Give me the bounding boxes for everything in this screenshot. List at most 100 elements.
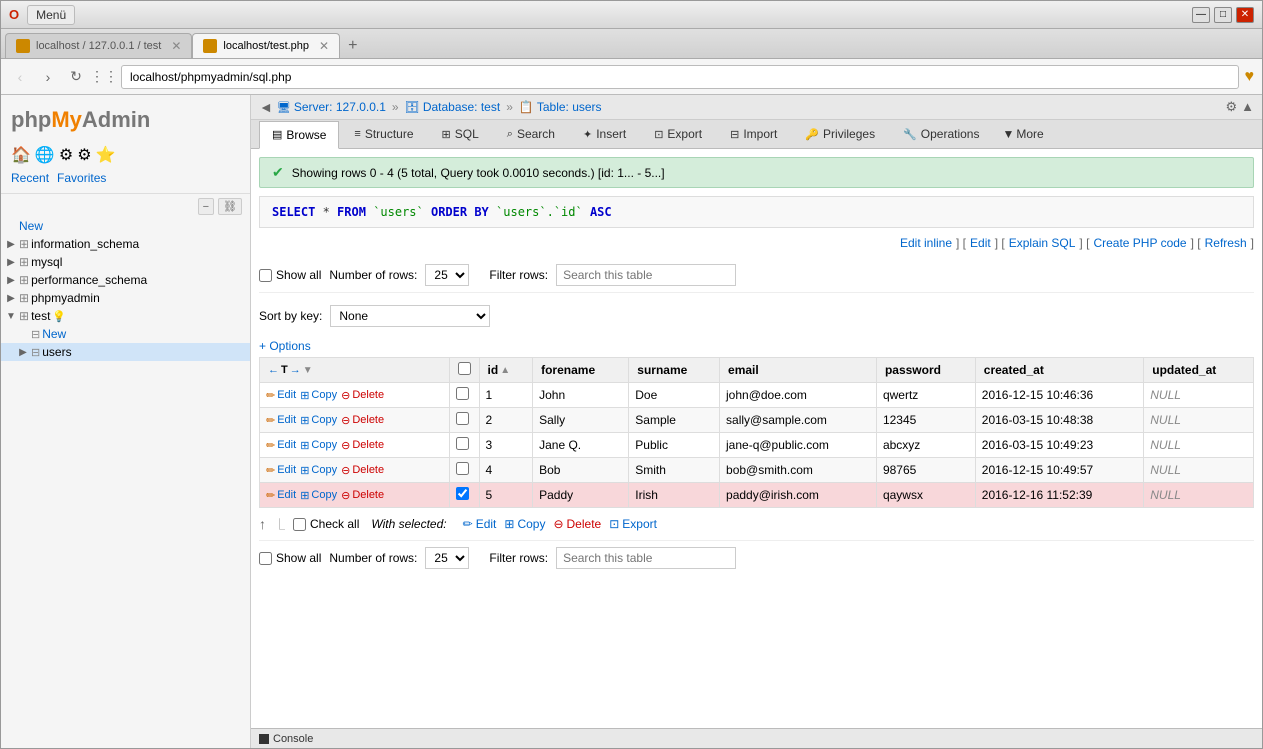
- tab-structure[interactable]: ≡ Structure: [341, 120, 426, 148]
- breadcrumb-database[interactable]: 🗄 Database: test: [405, 100, 501, 114]
- recent-link[interactable]: Recent: [11, 171, 49, 185]
- close-button[interactable]: ✕: [1236, 7, 1254, 23]
- breadcrumb-back[interactable]: ◄: [259, 99, 273, 115]
- tab-import[interactable]: ⊟ Import: [717, 120, 790, 148]
- explain-sql-link[interactable]: Explain SQL: [1005, 236, 1080, 250]
- rows-bottom-select[interactable]: 25: [425, 547, 469, 569]
- tab-operations[interactable]: 🔧 Operations: [890, 120, 992, 148]
- sidebar-collapse-btn[interactable]: −: [198, 198, 214, 215]
- row-delete-btn[interactable]: ⊖ Delete: [341, 414, 384, 427]
- row-copy-btn[interactable]: ⊞ Copy: [300, 439, 337, 452]
- tree-mysql[interactable]: ▶ ⊞ mysql: [1, 253, 250, 271]
- row-edit-btn[interactable]: ✏ Edit: [266, 464, 296, 477]
- tab-2[interactable]: localhost/test.php ✕: [192, 33, 340, 58]
- tab-1[interactable]: localhost / 127.0.0.1 / test ✕: [5, 33, 192, 58]
- maximize-button[interactable]: □: [1214, 7, 1232, 23]
- sort-select[interactable]: None: [330, 305, 490, 327]
- nav-right-arrow[interactable]: →: [290, 364, 301, 376]
- surname-sort[interactable]: surname: [637, 363, 711, 377]
- rows-select[interactable]: 25: [425, 264, 469, 286]
- tab-sql[interactable]: ⊞ SQL: [429, 120, 492, 148]
- row-delete-btn[interactable]: ⊖ Delete: [341, 464, 384, 477]
- edit-inline-link[interactable]: Edit inline: [896, 236, 956, 250]
- footer-export-btn[interactable]: ⊡ Export: [609, 517, 657, 531]
- minimize-button[interactable]: —: [1192, 7, 1210, 23]
- tree-users-table[interactable]: ▶ ⊟ users: [1, 343, 250, 361]
- select-all-checkbox[interactable]: [458, 362, 471, 375]
- tab-1-close[interactable]: ✕: [171, 39, 181, 53]
- favorites-link[interactable]: Favorites: [57, 171, 106, 185]
- tab-2-close[interactable]: ✕: [319, 39, 329, 53]
- row-delete-btn[interactable]: ⊖ Delete: [341, 439, 384, 452]
- address-input[interactable]: [121, 65, 1239, 89]
- row-edit-btn[interactable]: ✏ Edit: [266, 389, 296, 402]
- settings2-icon[interactable]: ⚙: [77, 145, 91, 165]
- row-copy-btn[interactable]: ⊞ Copy: [300, 489, 337, 502]
- row-copy-btn[interactable]: ⊞ Copy: [300, 414, 337, 427]
- row-checkbox[interactable]: [456, 387, 469, 400]
- apps-button[interactable]: ⋮⋮: [93, 66, 115, 88]
- row-edit-btn[interactable]: ✏ Edit: [266, 489, 296, 502]
- back-button[interactable]: ‹: [9, 66, 31, 88]
- forename-sort[interactable]: forename: [541, 363, 620, 377]
- check-all-checkbox[interactable]: [293, 518, 306, 531]
- th-sort-arrow[interactable]: ▼: [303, 365, 313, 376]
- row-copy-btn[interactable]: ⊞ Copy: [300, 389, 337, 402]
- tab-browse[interactable]: ▤ Browse: [259, 121, 339, 149]
- row-password: qwertz: [876, 383, 975, 408]
- reload-button[interactable]: ↻: [65, 66, 87, 88]
- breadcrumb-table[interactable]: 📋 Table: users: [519, 100, 602, 114]
- created-at-sort[interactable]: created_at: [984, 363, 1135, 377]
- tree-test[interactable]: ▼ ⊞ test 💡: [1, 307, 250, 325]
- row-copy-btn[interactable]: ⊞ Copy: [300, 464, 337, 477]
- tree-information-schema[interactable]: ▶ ⊞ information_schema: [1, 235, 250, 253]
- tab-insert[interactable]: ✦ Insert: [570, 120, 639, 148]
- row-edit-btn[interactable]: ✏ Edit: [266, 439, 296, 452]
- row-checkbox[interactable]: [456, 412, 469, 425]
- footer-delete-btn[interactable]: ⊖ Delete: [553, 517, 601, 531]
- tab-more[interactable]: ▼ More: [994, 121, 1051, 147]
- footer-copy-btn[interactable]: ⊞ Copy: [504, 517, 545, 531]
- breadcrumb-expand-icon[interactable]: ▲: [1241, 99, 1254, 115]
- nav-left-arrow[interactable]: ←: [268, 364, 279, 376]
- row-delete-btn[interactable]: ⊖ Delete: [341, 489, 384, 502]
- id-sort[interactable]: id ▲: [488, 363, 525, 377]
- bookmark-icon[interactable]: ♥: [1245, 68, 1255, 86]
- tree-new-item[interactable]: New: [1, 217, 250, 235]
- menu-button[interactable]: Menü: [27, 5, 75, 25]
- tab-search[interactable]: ⌕ Search: [494, 120, 568, 148]
- row-checkbox[interactable]: [456, 487, 469, 500]
- row-checkbox[interactable]: [456, 437, 469, 450]
- show-all-checkbox[interactable]: [259, 269, 272, 282]
- tab-export[interactable]: ⊡ Export: [641, 120, 715, 148]
- edit-link[interactable]: Edit: [966, 236, 995, 250]
- tab-privileges[interactable]: 🔑 Privileges: [792, 120, 888, 148]
- star-icon[interactable]: ⭐: [96, 145, 116, 165]
- footer-nav-up[interactable]: ↑: [259, 516, 266, 532]
- refresh-link[interactable]: Refresh: [1201, 236, 1251, 250]
- settings-icon[interactable]: ⚙: [59, 145, 73, 165]
- globe-icon[interactable]: 🌐: [35, 145, 55, 165]
- tree-phpmyadmin[interactable]: ▶ ⊞ phpmyadmin: [1, 289, 250, 307]
- footer-edit-btn[interactable]: ✏ Edit: [463, 517, 497, 531]
- row-delete-btn[interactable]: ⊖ Delete: [341, 389, 384, 402]
- new-tab-button[interactable]: +: [340, 33, 365, 58]
- filter-input-top[interactable]: [556, 264, 736, 286]
- forward-button[interactable]: ›: [37, 66, 59, 88]
- tree-performance-schema[interactable]: ▶ ⊞ performance_schema: [1, 271, 250, 289]
- options-link[interactable]: + Options: [259, 335, 1254, 357]
- filter-input-bottom[interactable]: [556, 547, 736, 569]
- console-label[interactable]: Console: [273, 733, 313, 745]
- tree-test-new[interactable]: ⊟ New: [1, 325, 250, 343]
- create-php-code-link[interactable]: Create PHP code: [1089, 236, 1190, 250]
- email-sort[interactable]: email: [728, 363, 868, 377]
- row-edit-btn[interactable]: ✏ Edit: [266, 414, 296, 427]
- home-icon[interactable]: 🏠: [11, 145, 31, 165]
- updated-at-sort[interactable]: updated_at: [1152, 363, 1245, 377]
- breadcrumb-gear-icon[interactable]: ⚙: [1225, 99, 1237, 115]
- row-checkbox[interactable]: [456, 462, 469, 475]
- password-sort[interactable]: password: [885, 363, 967, 377]
- show-all-bottom-checkbox[interactable]: [259, 552, 272, 565]
- sidebar-links-btn[interactable]: ⛓: [218, 198, 242, 215]
- breadcrumb-server[interactable]: 🖥 Server: 127.0.0.1: [277, 100, 386, 114]
